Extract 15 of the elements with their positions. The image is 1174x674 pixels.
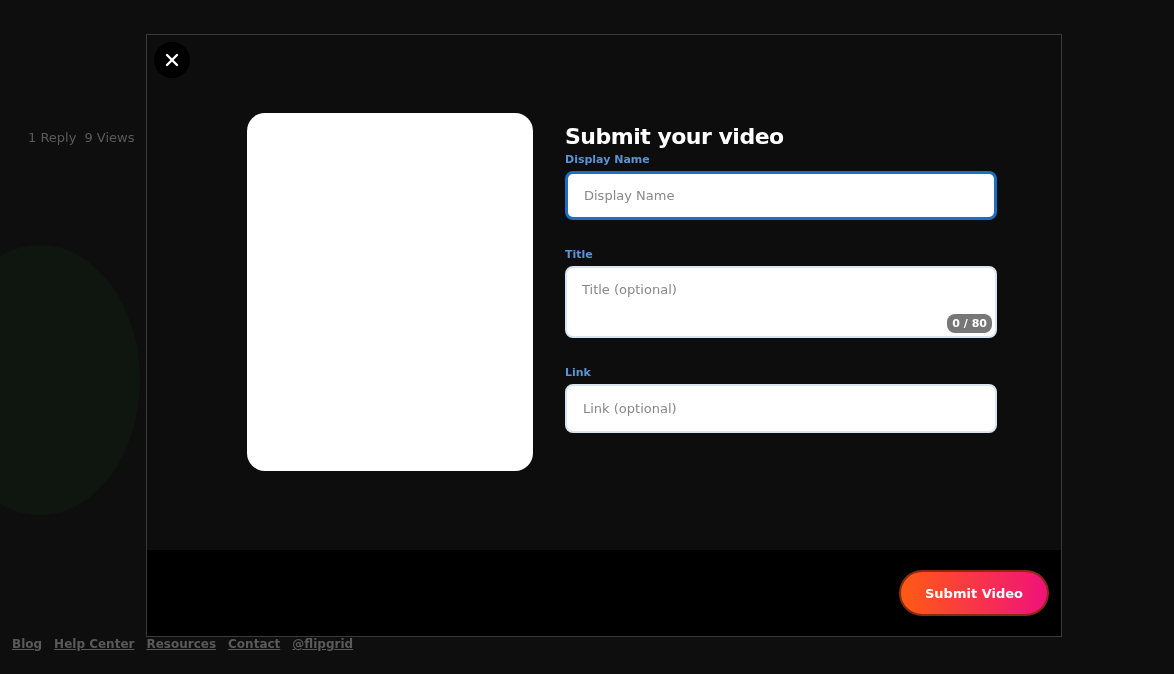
field-label: Title xyxy=(565,248,594,262)
footer-link[interactable]: Blog xyxy=(12,637,43,651)
stat-text: 1 Reply xyxy=(28,130,77,145)
footer-link[interactable]: @flipgrid xyxy=(292,637,354,651)
character-counter: 0 / 80 xyxy=(947,314,992,333)
footer-link[interactable]: Help Center xyxy=(54,637,135,651)
submit-button[interactable]: Submit Video xyxy=(899,570,1049,616)
field-label: Display Name xyxy=(565,153,651,167)
close-icon[interactable] xyxy=(154,42,190,78)
field-label: Link xyxy=(565,366,592,380)
input-field[interactable]: Display Name xyxy=(565,171,997,220)
footer-link[interactable]: Contact xyxy=(228,637,281,651)
stat-text: 9 Views xyxy=(84,130,135,145)
footer-link[interactable]: Resources xyxy=(146,637,217,651)
dialog-title: Submit your video xyxy=(565,123,785,151)
